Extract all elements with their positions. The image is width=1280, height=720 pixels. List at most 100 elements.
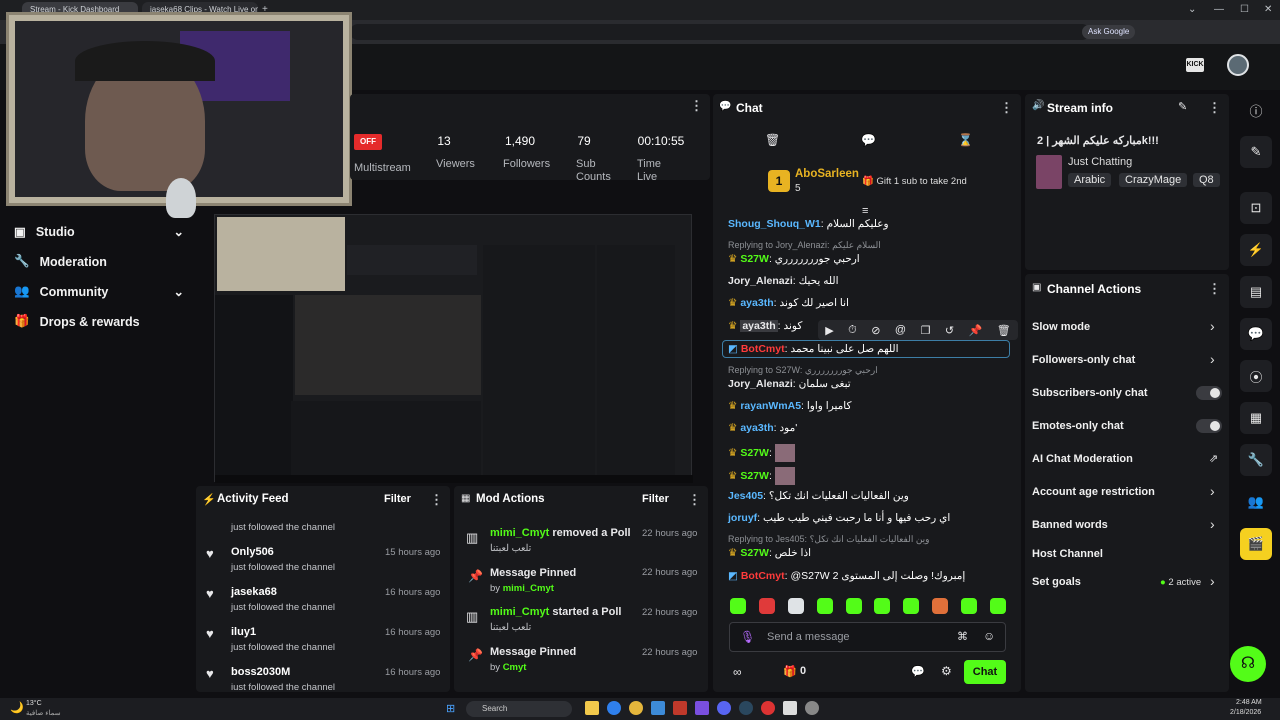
chat-more-icon[interactable]: ⋮ [1000, 100, 1013, 116]
layout-icon[interactable]: ▦ [1240, 402, 1272, 434]
timeout-icon[interactable]: ⏱ [848, 324, 857, 337]
emote-button[interactable] [758, 598, 775, 614]
chat-username[interactable]: Jory_Alenazi [728, 378, 793, 390]
avatar[interactable] [1227, 54, 1249, 76]
tab-search-icon[interactable]: ⌄ [1188, 4, 1196, 15]
pin-icon[interactable]: 📌 [969, 324, 983, 337]
chevron-right-icon[interactable]: › [1210, 573, 1215, 589]
chrome-icon[interactable] [629, 701, 643, 715]
external-link-icon[interactable]: ⇗ [1209, 452, 1218, 465]
chat-bubble-icon[interactable]: 💬 [911, 665, 925, 678]
emote-button[interactable] [730, 598, 746, 614]
edge-icon[interactable] [607, 701, 621, 715]
gear-icon[interactable] [805, 701, 819, 715]
taskbar-search[interactable]: Search [466, 701, 572, 717]
chat-username[interactable]: BotCmyt [741, 343, 785, 355]
stream-preview[interactable] [214, 214, 693, 483]
broadcast-icon[interactable]: ⦿ [1240, 360, 1272, 392]
infinity-icon[interactable]: ∞ [733, 665, 742, 679]
emote-button[interactable] [874, 598, 891, 614]
gift-sub-cta[interactable]: 🎁 Gift 1 sub to take 2nd [862, 176, 967, 187]
emote-button[interactable] [903, 598, 920, 614]
wrench-icon[interactable]: 🔧 [1240, 444, 1272, 476]
chat-username[interactable]: BotCmyt [741, 570, 785, 582]
account-age-item[interactable]: Account age restriction [1032, 486, 1155, 498]
emotes-only-toggle[interactable] [1196, 419, 1222, 433]
app-icon[interactable] [651, 701, 665, 715]
kick-logo-icon[interactable]: KICK [1186, 58, 1204, 72]
mod-user[interactable]: mimi_Cmyt [503, 583, 554, 594]
undo-icon[interactable]: ↺ [945, 324, 954, 337]
nav-moderation[interactable]: 🔧 Moderation [14, 254, 184, 269]
translate-icon[interactable]: ⌘ [957, 630, 968, 643]
host-channel-item[interactable]: Host Channel [1032, 548, 1103, 560]
emoji-icon[interactable]: ☺ [983, 629, 995, 643]
tag-badge[interactable]: Arabic [1068, 173, 1112, 187]
activity-user[interactable]: Only506 [231, 546, 274, 558]
document-icon[interactable]: ▤ [1240, 276, 1272, 308]
steam-icon[interactable] [739, 701, 753, 715]
app-icon[interactable] [783, 701, 797, 715]
channel-actions-more-icon[interactable]: ⋮ [1208, 281, 1221, 297]
emote-button[interactable] [816, 598, 833, 614]
chat-username[interactable]: aya3th [740, 297, 773, 309]
chat-username[interactable]: Jes405 [728, 490, 763, 502]
edit-pencil-icon[interactable]: ✎ [1178, 100, 1187, 113]
category-name[interactable]: Just Chatting [1068, 156, 1132, 168]
clock-time[interactable]: 2:48 AM [1236, 699, 1262, 706]
nav-studio[interactable]: ▣ Studio ⌄ [14, 224, 184, 240]
nav-drops[interactable]: 🎁 Drops & rewards [14, 314, 184, 329]
chat-username[interactable]: joruyf [728, 512, 757, 524]
weather-icon[interactable]: 🌙 [10, 701, 24, 714]
support-headset-icon[interactable]: ☊ [1230, 646, 1266, 682]
activity-user[interactable]: boss2030M [231, 666, 290, 678]
play-icon[interactable]: ▶ [825, 324, 833, 337]
stats-more-icon[interactable]: ⋮ [690, 98, 703, 114]
tag-badge[interactable]: CrazyMage [1119, 173, 1188, 187]
banned-words-item[interactable]: Banned words [1032, 519, 1108, 531]
mod-user[interactable]: Cmyt [503, 662, 527, 673]
scan-icon[interactable]: ⊡ [1240, 192, 1272, 224]
activity-filter-button[interactable]: Filter [384, 493, 411, 505]
emote-button[interactable] [932, 598, 949, 614]
ban-icon[interactable]: ⊘ [871, 324, 880, 337]
clock-date[interactable]: 2/18/2026 [1230, 709, 1261, 716]
ask-google-button[interactable]: Ask Google [1082, 25, 1136, 39]
subscribers-only-toggle[interactable] [1196, 386, 1222, 400]
chat-username[interactable]: Shoug_Shouq_W1 [728, 218, 821, 230]
nav-community[interactable]: 👥 Community ⌄ [14, 284, 184, 299]
activity-user[interactable]: jaseka68 [231, 586, 277, 598]
send-message-input[interactable]: Send a message [767, 631, 850, 643]
emote-button[interactable] [787, 598, 804, 614]
community-icon[interactable]: 👥 [1240, 486, 1272, 518]
emote-button[interactable] [845, 598, 862, 614]
emote-button[interactable] [989, 598, 1006, 614]
stream-info-more-icon[interactable]: ⋮ [1208, 100, 1221, 116]
chat-username[interactable]: aya3th [740, 320, 778, 332]
activity-user[interactable]: iluy1 [231, 626, 256, 638]
slow-mode-item[interactable]: Slow mode [1032, 321, 1090, 333]
copy-icon[interactable]: ❐ [921, 324, 931, 337]
mic-icon[interactable]: 🎙 [740, 630, 755, 644]
minimize-button[interactable]: — [1214, 4, 1224, 15]
clapper-icon[interactable]: 🎬 [1240, 528, 1272, 560]
chevron-right-icon[interactable]: › [1210, 318, 1215, 334]
set-goals-item[interactable]: Set goals [1032, 576, 1081, 588]
mod-user[interactable]: mimi_Cmyt [490, 527, 549, 539]
gear-icon[interactable]: ⚙ [941, 664, 952, 678]
hourglass-icon[interactable]: ⌛ [958, 133, 973, 147]
mod-more-icon[interactable]: ⋮ [688, 492, 701, 508]
lightning-icon[interactable]: ⚡ [1240, 234, 1272, 266]
app-icon[interactable] [761, 701, 775, 715]
collapse-icon[interactable]: ≡ [862, 205, 868, 217]
info-icon[interactable]: ⓘ [1240, 94, 1272, 126]
close-window-button[interactable]: ✕ [1264, 4, 1272, 15]
chat-icon[interactable]: 💬 [1240, 318, 1272, 350]
chat-username[interactable]: aya3th [740, 422, 773, 434]
discord-icon[interactable] [717, 701, 731, 715]
chat-username[interactable]: S27W [740, 253, 769, 265]
mod-user[interactable]: mimi_Cmyt [490, 606, 549, 618]
followers-only-item[interactable]: Followers-only chat [1032, 354, 1135, 366]
app-icon[interactable] [695, 701, 709, 715]
mod-filter-button[interactable]: Filter [642, 493, 669, 505]
